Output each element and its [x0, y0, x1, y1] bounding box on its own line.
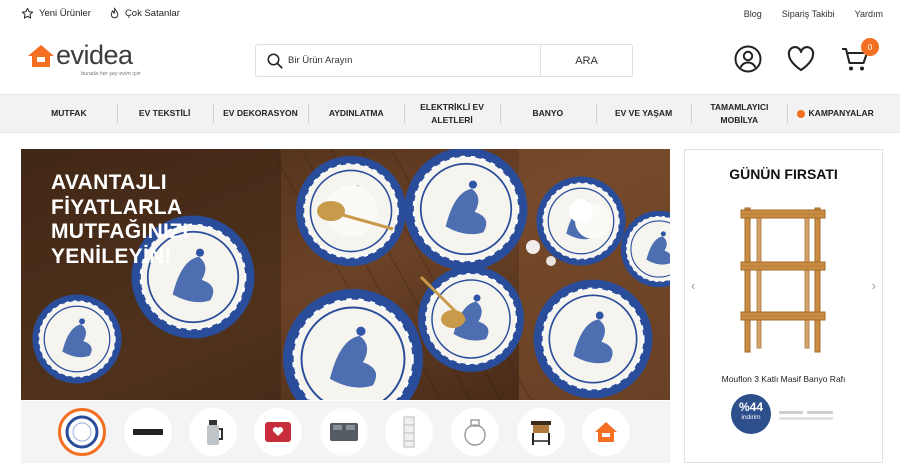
home-icon	[595, 422, 617, 442]
thumbnail-home[interactable]	[582, 408, 630, 456]
help-link[interactable]: Yardım	[855, 9, 883, 19]
search-bar: ARA	[255, 44, 633, 77]
nav-item-mutfak[interactable]: MUTFAK	[21, 95, 117, 132]
cart-count-badge: 0	[861, 38, 879, 56]
nav-label: EV DEKORASYON	[223, 108, 298, 118]
tray-icon	[133, 429, 163, 435]
hero-headline-line: AVANTAJLI	[51, 171, 167, 194]
discount-label: indirim	[741, 414, 761, 421]
star-icon	[21, 7, 34, 19]
search-input[interactable]	[288, 46, 538, 75]
hero-headline: AVANTAJLI FİYATLARLA MUTFAĞINIZI YENİLEY…	[51, 171, 188, 269]
nav-item-ev-tekstili[interactable]: EV TEKSTİLİ	[116, 95, 213, 132]
nav-label: EV TEKSTİLİ	[138, 108, 191, 118]
campaign-dot-icon	[796, 109, 805, 118]
jar-icon	[464, 419, 486, 446]
search-icon	[267, 53, 283, 69]
nav-item-aydinlatma[interactable]: AYDINLATMA	[308, 95, 404, 132]
deal-title: GÜNÜN FIRSATI	[729, 166, 838, 182]
shelf-icon	[403, 416, 415, 448]
new-products-label: Yeni Ürünler	[39, 8, 91, 19]
thumbnail-shelf[interactable]	[385, 408, 433, 456]
best-sellers-link[interactable]: Çok Satanlar	[109, 7, 180, 20]
nav-item-kampanyalar[interactable]: KAMPANYALAR	[787, 95, 883, 132]
chevron-right-icon[interactable]: ›	[872, 278, 876, 293]
site-header: evidea burada her şey evim için ARA 0	[0, 28, 900, 94]
nightstand-icon	[531, 421, 551, 445]
discount-percent: %44	[738, 400, 764, 414]
order-tracking-link[interactable]: Sipariş Takibi	[782, 9, 835, 19]
pillow-icon	[265, 422, 291, 442]
thumbnail-bedding[interactable]	[320, 408, 368, 456]
nav-label: BANYO	[532, 108, 564, 118]
bamboo-shelf-image[interactable]	[735, 204, 831, 356]
thumbnail-nightstand[interactable]	[517, 408, 565, 456]
nav-label: AYDINLATMA	[328, 108, 384, 118]
new-products-link[interactable]: Yeni Ürünler	[21, 7, 91, 20]
thumbnail-jar[interactable]	[451, 408, 499, 456]
thumbnail-tray[interactable]	[124, 408, 172, 456]
nav-item-ev-ve-yasam[interactable]: EV VE YAŞAM	[595, 95, 692, 132]
top-utility-bar: Yeni Ürünler Çok Satanlar Blog Sipariş T…	[0, 0, 900, 28]
nav-item-ev-dekorasyon[interactable]: EV DEKORASYON	[212, 95, 309, 132]
blog-link[interactable]: Blog	[744, 9, 762, 19]
bedding-icon	[330, 423, 358, 441]
heart-icon[interactable]	[786, 44, 816, 74]
logo-tagline: burada her şey evim için	[81, 71, 141, 77]
house-logo-icon	[28, 45, 54, 67]
hero-banner[interactable]: AVANTAJLI FİYATLARLA MUTFAĞINIZI YENİLEY…	[21, 149, 670, 400]
nav-label: MUTFAK	[51, 108, 87, 118]
plate-icon	[65, 415, 99, 449]
discount-badge: %44 indirim	[731, 394, 771, 434]
thumbnail-pillow[interactable]	[254, 408, 302, 456]
nav-item-elektrikli-ev-aletleri[interactable]: ELEKTRİKLİ EV ALETLERİ	[404, 95, 500, 132]
thumbnail-plate[interactable]	[58, 408, 106, 456]
kettle-icon	[207, 420, 223, 445]
nav-item-tamamlayici-mobilya[interactable]: TAMAMLAYICI MOBİLYA	[691, 95, 787, 132]
nav-label: KAMPANYALAR	[808, 108, 874, 118]
logo-wordmark: evidea	[56, 40, 133, 70]
deal-product-name[interactable]: Mouflon 3 Katlı Masif Banyo Rafı	[685, 374, 882, 384]
category-nav: MUTFAK EV TEKSTİLİ EV DEKORASYON AYDINLA…	[0, 94, 900, 133]
nav-label: TAMAMLAYICI MOBİLYA	[710, 101, 769, 125]
hero-thumbnail-strip	[21, 401, 670, 463]
hero-headline-line: MUTFAĞINIZI	[51, 220, 189, 243]
hero-headline-line: FİYATLARLA	[51, 195, 183, 219]
thumbnail-kettle[interactable]	[189, 408, 237, 456]
user-icon[interactable]	[733, 44, 763, 74]
site-logo[interactable]: evidea burada her şey evim için	[27, 40, 157, 82]
nav-label: ELEKTRİKLİ EV ALETLERİ	[420, 101, 484, 125]
flame-icon	[110, 7, 119, 19]
blurred-price-icon	[779, 411, 833, 420]
hero-headline-line: YENİLEYİN!	[51, 244, 172, 268]
nav-label: EV VE YAŞAM	[614, 108, 673, 118]
deal-of-the-day: GÜNÜN FIRSATI ‹ › Mouflon 3 Katlı Masif …	[684, 149, 883, 463]
best-sellers-label: Çok Satanlar	[124, 8, 180, 19]
chevron-left-icon[interactable]: ‹	[691, 278, 695, 293]
nav-item-banyo[interactable]: BANYO	[499, 95, 596, 132]
search-button[interactable]: ARA	[540, 45, 632, 76]
